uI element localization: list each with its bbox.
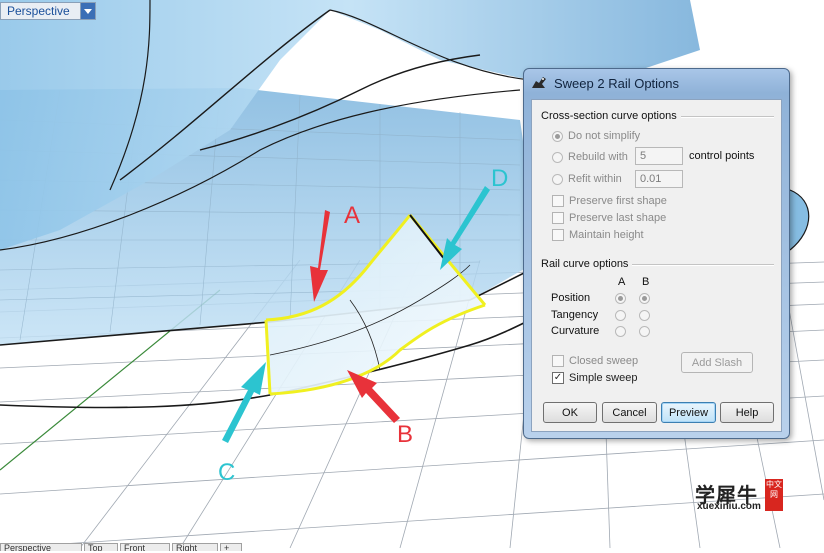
viewport-title: Perspective: [7, 4, 70, 18]
option-preserve-last[interactable]: Preserve last shape: [552, 210, 666, 226]
option-simple-sweep[interactable]: ✓ Simple sweep: [552, 370, 637, 386]
radio-refit-within[interactable]: [552, 173, 563, 185]
label-preserve-first: Preserve first shape: [569, 195, 667, 207]
label-preserve-last: Preserve last shape: [569, 212, 667, 224]
checkbox-simple-sweep[interactable]: ✓: [552, 372, 564, 384]
option-refit-within[interactable]: Refit within: [552, 171, 622, 187]
tab-add[interactable]: +: [220, 543, 242, 551]
label-tangency: Tangency: [551, 309, 599, 321]
checkbox-maintain-height[interactable]: [552, 229, 564, 241]
rail-options-title: Rail curve options: [541, 258, 633, 270]
option-rebuild-with[interactable]: Rebuild with: [552, 149, 628, 165]
chevron-down-icon: [84, 8, 92, 14]
radio-position-a[interactable]: [615, 293, 626, 304]
option-closed-sweep[interactable]: Closed sweep: [552, 353, 638, 369]
radio-do-not-simplify[interactable]: [552, 130, 563, 142]
cancel-button[interactable]: Cancel: [602, 402, 657, 423]
watermark-url: xuexiniu.com: [697, 501, 761, 512]
viewport-title-tab[interactable]: Perspective: [0, 2, 96, 20]
checkbox-closed-sweep[interactable]: [552, 355, 564, 367]
help-button[interactable]: Help: [720, 402, 774, 423]
annotation-b: B: [397, 421, 413, 448]
checkbox-preserve-first[interactable]: [552, 195, 564, 207]
label-simple-sweep: Simple sweep: [569, 372, 638, 384]
label-maintain-height: Maintain height: [569, 229, 644, 241]
refit-tolerance-input[interactable]: 0.01: [635, 170, 683, 188]
radio-curvature-a[interactable]: [615, 326, 626, 337]
preview-button[interactable]: Preview: [661, 402, 716, 423]
tab-front[interactable]: Front: [120, 543, 170, 551]
option-maintain-height[interactable]: Maintain height: [552, 227, 644, 243]
tab-top[interactable]: Top: [84, 543, 118, 551]
label-curvature: Curvature: [551, 325, 600, 337]
radio-curvature-b[interactable]: [639, 326, 650, 337]
label-rebuild-with: Rebuild with: [568, 151, 628, 163]
cross-section-title: Cross-section curve options: [541, 110, 681, 122]
tab-perspective[interactable]: Perspective: [0, 543, 82, 551]
rebuild-points-input[interactable]: 5: [635, 147, 683, 165]
annotation-a: A: [344, 202, 360, 229]
tab-right[interactable]: Right: [172, 543, 218, 551]
annotation-c: C: [218, 459, 235, 486]
section-divider: [668, 116, 774, 118]
annotation-d: D: [491, 165, 508, 192]
label-do-not-simplify: Do not simplify: [568, 130, 641, 142]
add-slash-button[interactable]: Add Slash: [681, 352, 753, 373]
rail-column-a: A: [618, 276, 626, 288]
arrow-c: [222, 362, 266, 443]
radio-position-b[interactable]: [639, 293, 650, 304]
watermark-logo: 学犀牛 xuexiniu.com 中文网: [695, 479, 787, 513]
dialog-client: Cross-section curve options Do not simpl…: [531, 99, 782, 432]
dialog-title: Sweep 2 Rail Options: [554, 75, 680, 91]
radio-rebuild-with[interactable]: [552, 151, 563, 163]
rhino-app-icon: [532, 77, 546, 88]
watermark-badge: 中文网: [765, 479, 783, 511]
sweep-2-rail-dialog: Sweep 2 Rail Options Cross-section curve…: [523, 68, 790, 439]
option-do-not-simplify[interactable]: Do not simplify: [552, 128, 640, 144]
radio-tangency-b[interactable]: [639, 310, 650, 321]
radio-tangency-a[interactable]: [615, 310, 626, 321]
label-refit-within: Refit within: [568, 173, 622, 185]
viewport-menu-button[interactable]: [80, 3, 95, 19]
section-divider: [632, 264, 774, 266]
dialog-titlebar[interactable]: Sweep 2 Rail Options: [524, 69, 789, 97]
option-preserve-first[interactable]: Preserve first shape: [552, 193, 667, 209]
label-position: Position: [551, 292, 591, 304]
label-closed-sweep: Closed sweep: [569, 355, 639, 367]
control-points-label: control points: [689, 150, 755, 162]
ok-button[interactable]: OK: [543, 402, 597, 423]
arrow-b: [347, 370, 400, 423]
rail-column-b: B: [642, 276, 650, 288]
checkbox-preserve-last[interactable]: [552, 212, 564, 224]
